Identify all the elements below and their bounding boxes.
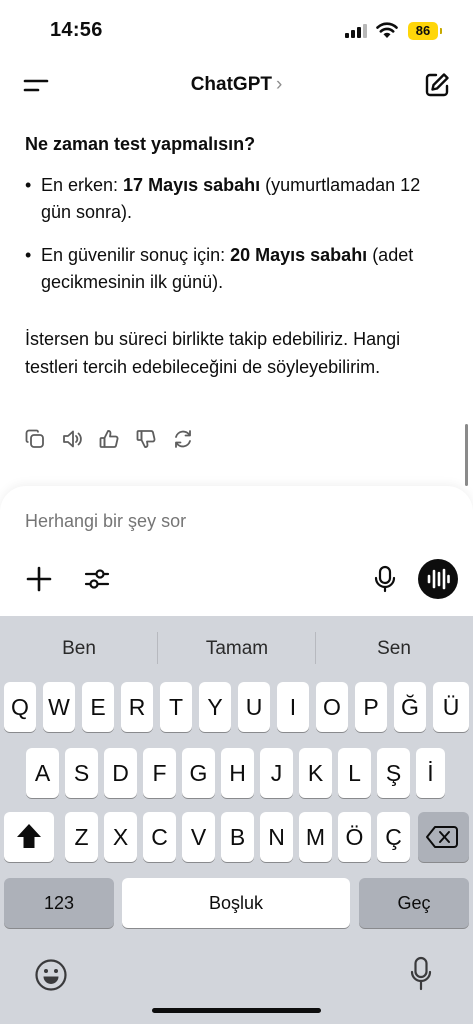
key[interactable]: J bbox=[260, 748, 293, 798]
message-paragraph: İstersen bu süreci birlikte takip edebil… bbox=[25, 329, 401, 377]
key[interactable]: Ö bbox=[338, 812, 371, 862]
bullet-prefix: En erken: bbox=[41, 175, 124, 195]
bullet-dot: • bbox=[25, 245, 32, 265]
copy-icon[interactable] bbox=[24, 428, 46, 450]
composer bbox=[0, 486, 473, 616]
numbers-key[interactable]: 123 bbox=[4, 878, 114, 928]
suggestion-item[interactable]: Ben bbox=[4, 638, 154, 660]
chat-content: Ne zaman test yapmalısın? • En erken: 17… bbox=[0, 108, 473, 488]
scrollbar[interactable] bbox=[465, 424, 468, 486]
bullet-bold: 20 Mayıs sabahı bbox=[230, 245, 368, 265]
top-nav: ChatGPT › bbox=[0, 62, 473, 108]
key[interactable]: G bbox=[182, 748, 215, 798]
signal-icon bbox=[345, 24, 367, 38]
regenerate-icon[interactable] bbox=[172, 428, 194, 450]
shift-icon bbox=[17, 824, 41, 848]
message-heading: Ne zaman test yapmalısın? bbox=[25, 134, 256, 154]
key[interactable]: İ bbox=[416, 748, 445, 798]
key[interactable]: Q bbox=[4, 682, 36, 732]
key[interactable]: H bbox=[221, 748, 254, 798]
key[interactable]: Y bbox=[199, 682, 231, 732]
wifi-icon bbox=[376, 22, 398, 38]
emoji-icon[interactable] bbox=[34, 958, 68, 992]
key[interactable]: D bbox=[104, 748, 137, 798]
key[interactable]: V bbox=[182, 812, 215, 862]
plus-icon[interactable] bbox=[26, 566, 52, 592]
key[interactable]: C bbox=[143, 812, 176, 862]
battery-icon: 86 bbox=[408, 22, 438, 40]
nav-title: ChatGPT bbox=[190, 74, 272, 95]
thumbs-down-icon[interactable] bbox=[135, 428, 157, 450]
delete-icon bbox=[426, 826, 458, 848]
thumbs-up-icon[interactable] bbox=[98, 428, 120, 450]
key[interactable]: U bbox=[238, 682, 270, 732]
list-item: • En erken: 17 Mayıs sabahı (yumurtlamad… bbox=[25, 172, 451, 226]
tools-icon[interactable] bbox=[83, 565, 111, 593]
key[interactable]: A bbox=[26, 748, 59, 798]
space-key[interactable]: Boşluk bbox=[122, 878, 350, 928]
key[interactable]: T bbox=[160, 682, 192, 732]
key[interactable]: Ü bbox=[433, 682, 469, 732]
status-bar: 14:56 86 bbox=[0, 0, 473, 62]
key[interactable]: O bbox=[316, 682, 348, 732]
home-indicator bbox=[152, 1008, 321, 1013]
key[interactable]: L bbox=[338, 748, 371, 798]
suggestion-item[interactable]: Tamam bbox=[162, 638, 312, 660]
key[interactable]: S bbox=[65, 748, 98, 798]
dictation-mic-icon[interactable] bbox=[410, 956, 432, 992]
suggestion-item[interactable]: Sen bbox=[319, 638, 469, 660]
divider bbox=[315, 632, 316, 664]
message-input[interactable] bbox=[25, 511, 445, 532]
key[interactable]: N bbox=[260, 812, 293, 862]
delete-key[interactable] bbox=[418, 812, 469, 862]
voice-mode-icon bbox=[427, 568, 450, 590]
key[interactable]: X bbox=[104, 812, 137, 862]
key[interactable]: Ş bbox=[377, 748, 410, 798]
battery-tip bbox=[440, 28, 442, 34]
key[interactable]: E bbox=[82, 682, 114, 732]
key[interactable]: M bbox=[299, 812, 332, 862]
key[interactable]: F bbox=[143, 748, 176, 798]
shift-key[interactable] bbox=[4, 812, 54, 862]
return-key[interactable]: Geç bbox=[359, 878, 469, 928]
suggestion-bar: Ben Tamam Sen bbox=[0, 616, 473, 680]
key[interactable]: B bbox=[221, 812, 254, 862]
voice-mode-button[interactable] bbox=[418, 559, 458, 599]
key[interactable]: Ğ bbox=[394, 682, 426, 732]
key[interactable]: Z bbox=[65, 812, 98, 862]
read-aloud-icon[interactable] bbox=[61, 428, 83, 450]
key[interactable]: K bbox=[299, 748, 332, 798]
key[interactable]: Ç bbox=[377, 812, 410, 862]
status-time: 14:56 bbox=[50, 19, 103, 41]
bullet-bold: 17 Mayıs sabahı bbox=[123, 175, 261, 195]
key[interactable]: P bbox=[355, 682, 387, 732]
key[interactable]: R bbox=[121, 682, 153, 732]
model-selector[interactable]: ChatGPT › bbox=[0, 74, 473, 96]
bullet-dot: • bbox=[25, 175, 32, 195]
keyboard: Ben Tamam Sen Q W E R T Y U I O P Ğ Ü A … bbox=[0, 616, 473, 1024]
chevron-right-icon: › bbox=[275, 74, 283, 95]
list-item: • En güvenilir sonuç için: 20 Mayıs saba… bbox=[25, 242, 451, 296]
compose-icon[interactable] bbox=[423, 71, 451, 99]
bullet-prefix: En güvenilir sonuç için: bbox=[41, 245, 231, 265]
key[interactable]: I bbox=[277, 682, 309, 732]
divider bbox=[157, 632, 158, 664]
mic-icon[interactable] bbox=[373, 565, 397, 593]
key[interactable]: W bbox=[43, 682, 75, 732]
